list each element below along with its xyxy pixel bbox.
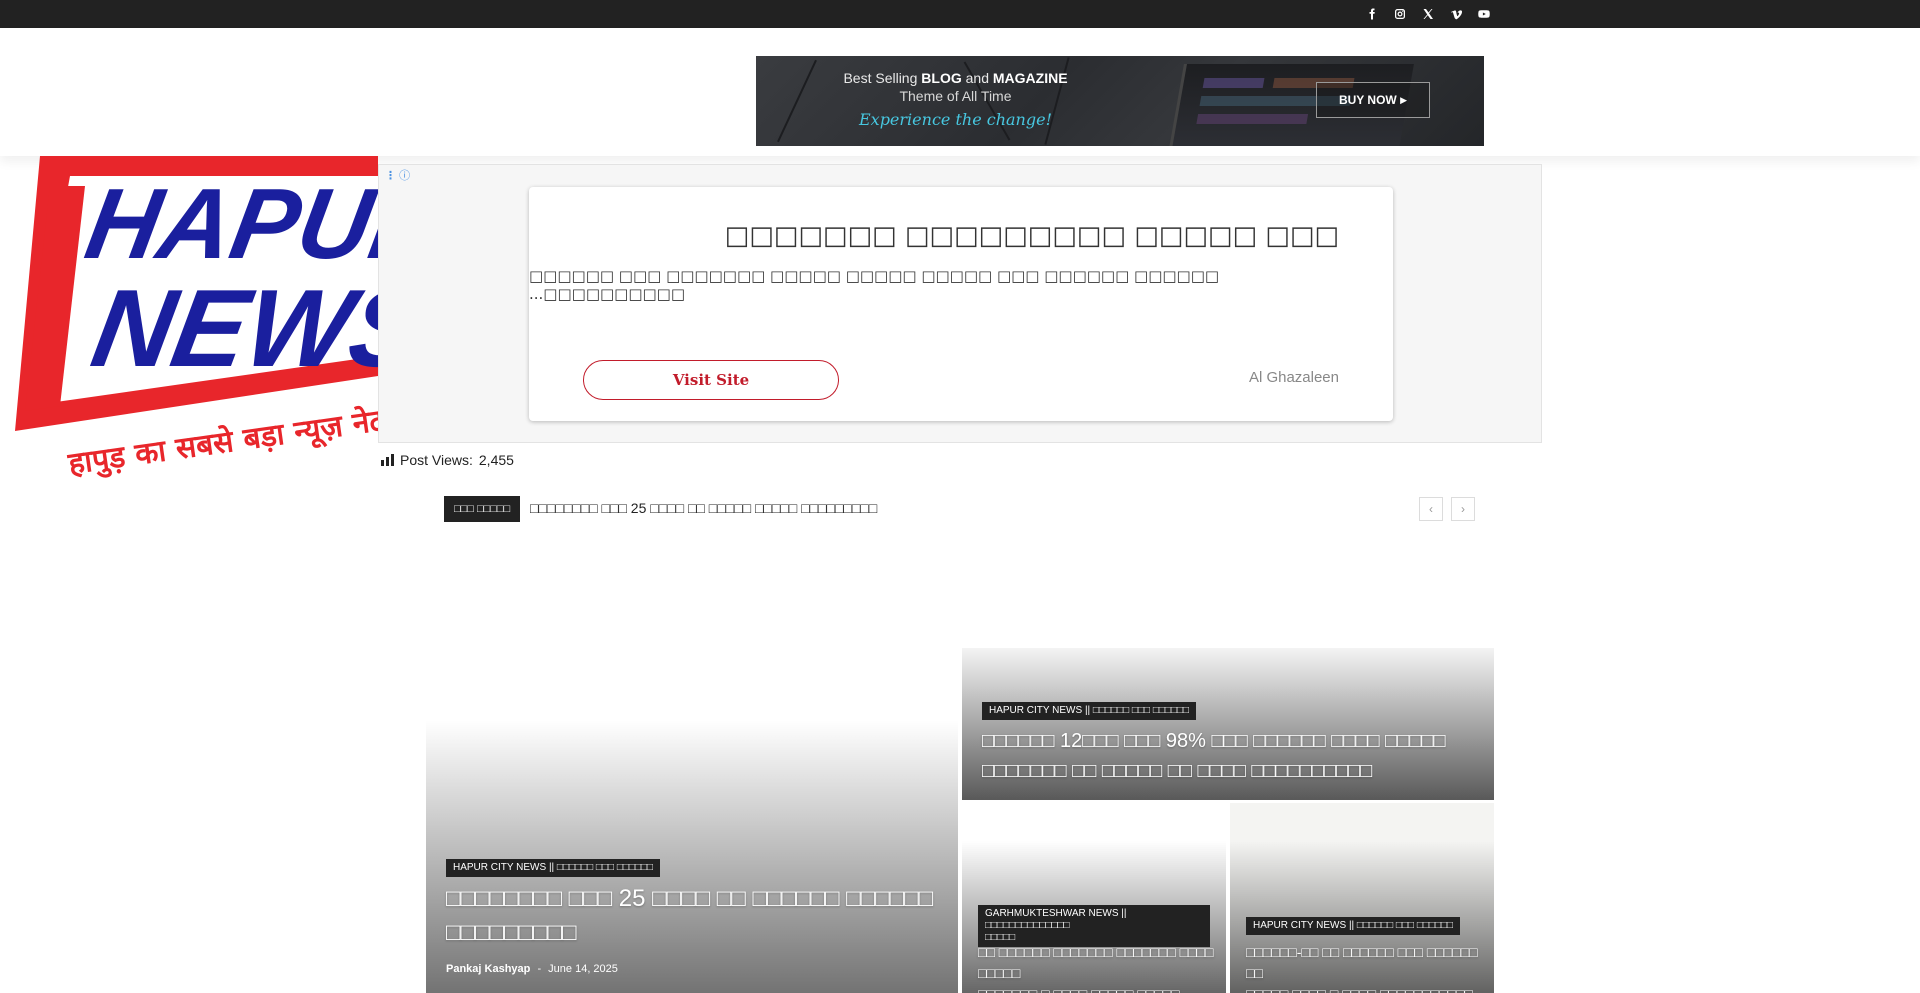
bar-chart-icon (381, 454, 394, 466)
ad-card[interactable]: □□□□□□□ □□□□□□□□□ □□□□□ □□□ □□□□□□ □□□ □… (529, 187, 1393, 421)
post-date: June 14, 2025 (548, 963, 618, 975)
post-author[interactable]: Pankaj Kashyap (446, 963, 530, 975)
ad-brand: Al Ghazaleen (1248, 369, 1339, 386)
youtube-icon[interactable] (1470, 0, 1498, 28)
category-badge[interactable]: HAPUR CITY NEWS || □□□□□□ □□□ □□□□□□ (982, 702, 1197, 720)
post-views-count: 2,455 (478, 452, 514, 468)
ad-container: ⋮ ⓘ □□□□□□□ □□□□□□□□□ □□□□□ □□□ □□□□□□ □… (378, 164, 1542, 443)
chevron-left-icon[interactable]: ‹ (1419, 497, 1443, 521)
category-badge[interactable]: HAPUR CITY NEWS || □□□□□□ □□□ □□□□□□ (1246, 917, 1461, 935)
ad-title: □□□□□□□ □□□□□□□□□ □□□□□ □□□ (724, 221, 1339, 251)
post-title[interactable]: □□□□□□□□ □□□ 25 □□□□ □□ □□□□□□ □□□□□□ □□… (446, 882, 933, 950)
social-icons (1358, 0, 1498, 28)
promo-tagline: Experience the change! (858, 110, 1052, 129)
logo-text-top: HAPUR (78, 169, 378, 280)
top-bar (0, 0, 1920, 28)
site-logo[interactable]: HAPUR NEWS हापुड़ का सबसे बड़ा न्यूज़ ने… (0, 156, 378, 486)
info-icon[interactable]: ⓘ (399, 170, 410, 182)
promo-subheadline: Theme of All Time (899, 88, 1012, 104)
ticker-headline[interactable]: □□□□□□□□ □□□ 25 □□□□ □□ □□□□□ □□□□□ □□□□… (530, 500, 877, 516)
ad-description: □□□□□□ □□□ □□□□□□□ □□□□□ □□□□□ □□□□□ □□□… (529, 267, 1220, 303)
post-title[interactable]: □□ □□□□□□ □□□□□□□ □□□□□□□ □□□□ □□□□□ □□□… (978, 942, 1226, 993)
logo-text-bottom: NEWS (84, 268, 378, 390)
featured-post-main[interactable]: HAPUR CITY NEWS || □□□□□□ □□□ □□□□□□ □□□… (426, 720, 958, 993)
post-views: Post Views: 2,455 (381, 452, 514, 468)
meta-separator: - (537, 963, 542, 975)
post-views-label: Post Views: (400, 452, 473, 468)
facebook-icon[interactable] (1358, 0, 1386, 28)
logo-graphic: HAPUR NEWS हापुड़ का सबसे बड़ा न्यूज़ ने… (15, 156, 378, 483)
kebab-menu-icon[interactable]: ⋮ (385, 170, 396, 182)
featured-post-top-right[interactable]: HAPUR CITY NEWS || □□□□□□ □□□ □□□□□□ □□□… (962, 648, 1494, 800)
category-badge[interactable]: HAPUR CITY NEWS || □□□□□□ □□□ □□□□□□ (446, 859, 661, 877)
x-icon[interactable] (1414, 0, 1442, 28)
caret-right-icon: ▶ (1400, 94, 1408, 105)
vimeo-icon[interactable] (1442, 0, 1470, 28)
promo-headline: Best Selling BLOG and MAGAZINE (843, 70, 1068, 86)
featured-post-bottom-left[interactable]: GARHMUKTESHWAR NEWS || □□□□□□□□□□□□□□ □□… (962, 803, 1226, 993)
featured-post-bottom-right[interactable]: HAPUR CITY NEWS || □□□□□□ □□□ □□□□□□ □□□… (1230, 803, 1494, 993)
post-title[interactable]: □□□□□□-□□ □□ □□□□□□ □□□ □□□□□□ □□ □□□□□ … (1246, 942, 1494, 993)
ticker-label: □□□ □□□□□ (444, 496, 521, 522)
promo-banner[interactable]: Best Selling BLOG and MAGAZINE Theme of … (756, 56, 1484, 146)
category-badge[interactable]: GARHMUKTESHWAR NEWS || □□□□□□□□□□□□□□ □□… (978, 905, 1210, 947)
post-title[interactable]: □□□□□□ 12□□□ □□□ 98% □□□ □□□□□□ □□□□ □□□… (982, 726, 1446, 786)
post-meta: Pankaj Kashyap - June 14, 2025 (446, 963, 618, 975)
ad-choices[interactable]: ⋮ ⓘ (385, 167, 410, 183)
instagram-icon[interactable] (1386, 0, 1414, 28)
visit-site-button[interactable]: Visit Site (583, 360, 839, 400)
chevron-right-icon[interactable]: › (1451, 497, 1475, 521)
buy-now-button[interactable]: BUY NOW ▶ (1316, 82, 1430, 118)
